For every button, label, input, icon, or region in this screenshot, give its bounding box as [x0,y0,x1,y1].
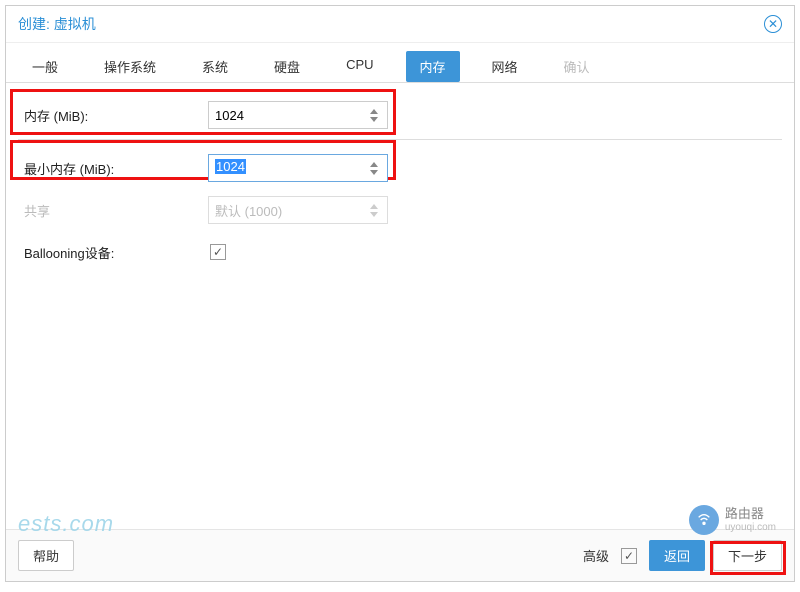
memory-input[interactable] [208,101,388,129]
watermark-text: 路由器 [725,507,776,521]
memory-field[interactable] [208,101,388,129]
memory-stepper[interactable] [370,103,384,127]
tab-system[interactable]: 系统 [188,51,242,82]
label-ballooning: Ballooning设备: [18,243,208,262]
tab-network[interactable]: 网络 [478,51,532,82]
tab-confirm: 确认 [550,51,604,82]
watermark-right: 路由器 uyouqi.com [689,505,776,535]
dialog-footer: 帮助 高级 返回 下一步 [6,529,794,581]
tab-memory[interactable]: 内存 [406,51,460,82]
row-shares: 共享 [18,192,782,228]
row-ballooning: Ballooning设备: [18,234,782,270]
label-min-memory: 最小内存 (MiB): [18,159,208,178]
label-shares: 共享 [18,201,208,220]
router-icon [689,505,719,535]
tab-disk[interactable]: 硬盘 [260,51,314,82]
tab-os[interactable]: 操作系统 [90,51,170,82]
row-memory: 内存 (MiB): [18,97,782,133]
tab-general[interactable]: 一般 [18,51,72,82]
shares-input [208,196,388,224]
dialog-title: 创建: 虚拟机 [18,14,96,34]
watermark-left: ests.com [18,511,114,537]
ballooning-checkbox[interactable] [210,244,226,260]
close-icon[interactable]: ✕ [764,15,782,33]
chevron-up-icon[interactable] [370,162,378,167]
next-button[interactable]: 下一步 [713,540,782,571]
tab-bar: 一般 操作系统 系统 硬盘 CPU 内存 网络 确认 [6,43,794,83]
shares-field [208,196,388,224]
chevron-down-icon[interactable] [370,117,378,122]
label-memory: 内存 (MiB): [18,106,208,125]
shares-stepper [370,198,384,222]
help-button[interactable]: 帮助 [18,540,74,571]
row-min-memory: 最小内存 (MiB): 1024 [18,150,782,186]
min-memory-value: 1024 [215,159,246,174]
tab-cpu[interactable]: CPU [332,51,387,82]
advanced-checkbox[interactable] [621,548,637,564]
dialog-header: 创建: 虚拟机 ✕ [6,6,794,43]
watermark-sub: uyouqi.com [725,522,776,533]
min-memory-stepper[interactable] [370,156,384,180]
chevron-down-icon[interactable] [370,170,378,175]
min-memory-field[interactable]: 1024 [208,154,388,182]
divider [18,139,782,140]
create-vm-dialog: 创建: 虚拟机 ✕ 一般 操作系统 系统 硬盘 CPU 内存 网络 确认 内存 … [5,5,795,582]
advanced-label: 高级 [583,546,609,565]
chevron-up-icon [370,204,378,209]
chevron-up-icon[interactable] [370,109,378,114]
form-panel: 内存 (MiB): 最小内存 (MiB): 1024 [6,83,794,529]
chevron-down-icon [370,212,378,217]
back-button[interactable]: 返回 [649,540,705,571]
